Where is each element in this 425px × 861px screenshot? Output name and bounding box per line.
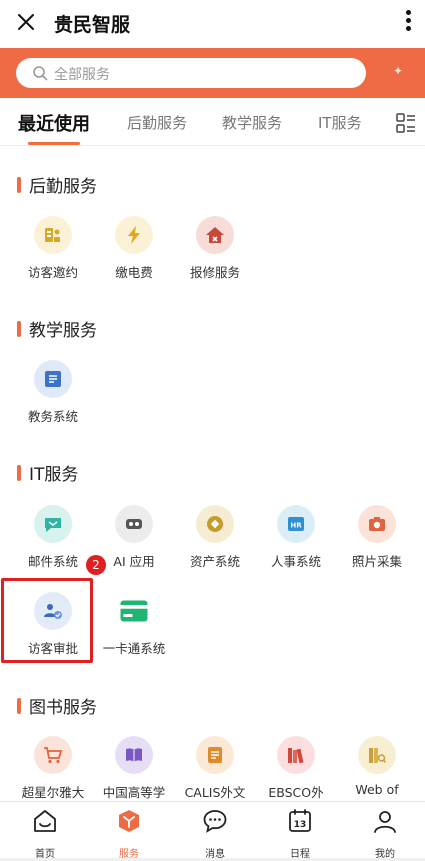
profile-icon: [374, 811, 396, 833]
highlight-visitor-approval: [1, 578, 93, 663]
more-options-icon[interactable]: [403, 10, 413, 36]
service-cube-icon: [119, 810, 139, 832]
hr-icon: HR: [277, 505, 315, 543]
tab-it[interactable]: IT服务: [318, 112, 362, 133]
academic-system-icon: [34, 360, 72, 398]
books-icon: [277, 736, 315, 774]
title-bar: 贵民智服: [0, 0, 425, 46]
calendar-icon: 13: [289, 809, 311, 832]
service-hr[interactable]: HR 人事系统: [255, 505, 337, 575]
service-web-of[interactable]: Web of: [336, 736, 418, 806]
service-china-higher-ed[interactable]: 中国高等学: [93, 736, 175, 806]
sparkle-icon: ✦: [392, 64, 403, 78]
repair-house-icon: [196, 216, 234, 254]
cart-icon: [34, 736, 72, 774]
nav-schedule[interactable]: 13 日程: [270, 808, 330, 860]
search-input[interactable]: 全部服务: [16, 58, 366, 88]
section-it-title: IT服务: [17, 460, 78, 485]
message-icon: [203, 810, 227, 833]
service-calis[interactable]: CALIS外文: [174, 736, 256, 806]
tab-teaching[interactable]: 教学服务: [222, 112, 282, 133]
section-logistics-title: 后勤服务: [17, 172, 97, 197]
service-repair[interactable]: 报修服务: [174, 216, 256, 286]
asset-icon: [196, 505, 234, 543]
service-card[interactable]: 一卡通系统: [93, 592, 175, 662]
service-asset[interactable]: 资产系统: [174, 505, 256, 575]
category-grid-icon[interactable]: [395, 112, 417, 134]
badge-step-2: 2: [86, 555, 106, 575]
tab-logistics[interactable]: 后勤服务: [127, 112, 187, 133]
service-electricity[interactable]: 缴电费: [93, 216, 175, 286]
camera-icon: [358, 505, 396, 543]
nav-home[interactable]: 首页: [15, 808, 75, 860]
document-icon: [196, 736, 234, 774]
search-placeholder: 全部服务: [54, 67, 110, 83]
robot-icon: [115, 505, 153, 543]
lightning-icon: [115, 216, 153, 254]
nav-messages[interactable]: 消息: [185, 808, 245, 860]
category-tabs: 最近使用 后勤服务 教学服务 IT服务: [0, 100, 425, 146]
service-mail[interactable]: 邮件系统: [12, 505, 94, 575]
nav-profile[interactable]: 我的: [355, 808, 415, 860]
nav-service[interactable]: 服务: [99, 808, 159, 860]
visitor-invite-icon: [34, 216, 72, 254]
svg-text:HR: HR: [290, 522, 302, 530]
book-icon: [115, 736, 153, 774]
service-photo[interactable]: 照片采集: [336, 505, 418, 575]
service-ebsco[interactable]: EBSCO外: [255, 736, 337, 806]
card-icon: [115, 592, 153, 630]
close-icon[interactable]: [14, 10, 38, 34]
home-icon: [34, 810, 56, 832]
calendar-day: 13: [294, 820, 307, 830]
service-chaoxing[interactable]: 超星尔雅大: [12, 736, 94, 806]
book-search-icon: [358, 736, 396, 774]
service-academic[interactable]: 教务系统: [12, 360, 94, 430]
search-icon: [33, 66, 48, 81]
bottom-navigation: 首页 服务 消息 13 日程 我的: [0, 801, 425, 861]
service-visitor-invite[interactable]: 访客邀约: [12, 216, 94, 286]
section-library-title: 图书服务: [17, 693, 97, 718]
section-teaching-title: 教学服务: [17, 316, 97, 341]
mail-icon: [34, 505, 72, 543]
tab-recent[interactable]: 最近使用: [18, 110, 90, 145]
app-title: 贵民智服: [54, 14, 131, 36]
search-band: 全部服务 ✦: [0, 48, 425, 98]
